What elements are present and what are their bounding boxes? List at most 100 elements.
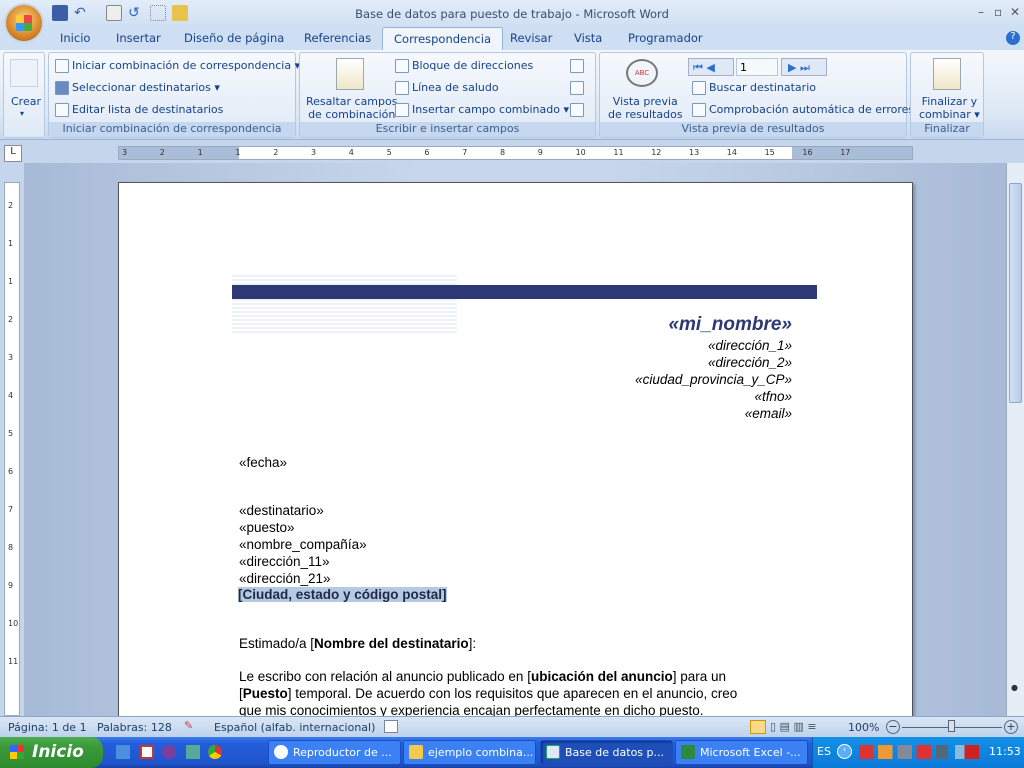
- first-record-icon[interactable]: ⏮: [693, 61, 703, 74]
- vertical-scrollbar[interactable]: ●: [1006, 163, 1024, 716]
- tab-referencias[interactable]: Referencias: [304, 31, 371, 45]
- print-preview-icon[interactable]: [106, 5, 122, 21]
- recipient-line: «dirección_11»: [239, 554, 330, 569]
- record-number-input[interactable]: 1: [736, 58, 778, 76]
- task-ejemplo[interactable]: ejemplo combina...: [403, 740, 536, 765]
- ruler-tick: 8: [8, 543, 14, 552]
- zoom-slider-thumb[interactable]: [948, 720, 955, 732]
- crear-button[interactable]: Crear: [11, 95, 41, 108]
- browse-object-icon[interactable]: ●: [1011, 683, 1018, 692]
- close-button[interactable]: ✕: [1010, 5, 1020, 19]
- bloque-direcciones-button[interactable]: Bloque de direcciones: [395, 59, 533, 73]
- vertical-ruler[interactable]: 2 1 1 2 3 4 5 6 7 8 9 10 11: [4, 182, 20, 716]
- tray-expand-icon[interactable]: ‹: [837, 744, 852, 759]
- language-indicator[interactable]: ES: [817, 745, 831, 758]
- tab-vista[interactable]: Vista: [574, 31, 602, 45]
- rules-icon[interactable]: [570, 59, 587, 73]
- ruler-tick: 6: [8, 467, 14, 476]
- insertar-campo-button[interactable]: Insertar campo combinado ▾: [395, 103, 569, 117]
- greeting-icon: [395, 81, 409, 95]
- windows-logo-icon: [10, 745, 24, 759]
- header-bar: [232, 285, 817, 299]
- greeting: Estimado/a [Nombre del destinatario]:: [239, 636, 477, 651]
- tab-selector-button[interactable]: L: [4, 145, 22, 162]
- task-excel[interactable]: Microsoft Excel -...: [675, 740, 808, 765]
- zoom-out-button[interactable]: −: [886, 720, 900, 734]
- ruler-tick: 7: [8, 505, 14, 514]
- merge-field-icon: [395, 103, 409, 117]
- restore-button[interactable]: ▫: [994, 5, 1002, 19]
- redo-icon[interactable]: ↺: [128, 5, 144, 21]
- group-label: Vista previa de resultados: [600, 122, 906, 137]
- ruler-tick: 2: [159, 148, 165, 157]
- page-count[interactable]: Página: 1 de 1: [8, 721, 87, 734]
- tray-icons[interactable]: [859, 745, 979, 759]
- table-icon[interactable]: [150, 5, 166, 21]
- prev-record-icon[interactable]: ◀: [706, 61, 714, 74]
- group-label: Escribir e insertar campos: [300, 122, 595, 137]
- comprobacion-errores-button[interactable]: Comprobación automática de errores: [692, 103, 914, 117]
- tab-revisar[interactable]: Revisar: [510, 31, 552, 45]
- zoom-level[interactable]: 100%: [848, 721, 879, 734]
- ruler-tick: 2: [273, 148, 279, 157]
- update-labels-icon[interactable]: [570, 103, 587, 117]
- undo-icon[interactable]: ↶: [74, 5, 90, 21]
- tab-correspondencia[interactable]: Correspondencia: [382, 27, 503, 52]
- editar-lista-button[interactable]: Editar lista de destinatarios: [55, 103, 223, 117]
- chrome-icon[interactable]: [208, 745, 222, 759]
- save-icon[interactable]: [52, 5, 68, 21]
- tab-insertar[interactable]: Insertar: [116, 31, 161, 45]
- last-record-icon[interactable]: ⏭: [800, 61, 810, 74]
- match-fields-icon[interactable]: [570, 81, 587, 95]
- ruler-tick: 3: [122, 148, 128, 157]
- horizontal-ruler[interactable]: 3 2 1 1 2 3 4 5 6 7 8 9 10 11 12 13 14 15 16 17: [118, 146, 913, 160]
- desktop-icon[interactable]: [186, 745, 200, 759]
- seleccionar-destinatarios-button[interactable]: Seleccionar destinatarios ▾: [55, 81, 220, 95]
- tab-diseno[interactable]: Diseño de página: [184, 31, 284, 45]
- ruler-tick: 15: [764, 148, 775, 157]
- iniciar-combinacion-button[interactable]: Iniciar combinación de correspondencia ▾: [55, 59, 300, 73]
- vista-previa-button[interactable]: Vista previa de resultados: [608, 95, 683, 121]
- ruler-tick: 5: [386, 148, 392, 157]
- linea-saludo-button[interactable]: Línea de saludo: [395, 81, 499, 95]
- minimize-button[interactable]: –: [978, 5, 984, 19]
- scrollbar-thumb[interactable]: [1009, 183, 1022, 403]
- find-recipient-icon: [692, 81, 706, 95]
- task-word[interactable]: Base de datos p...: [540, 740, 673, 765]
- proofing-icon[interactable]: ✎: [184, 719, 193, 732]
- help-icon[interactable]: ?: [1006, 31, 1020, 45]
- ruler-tick: 9: [8, 581, 14, 590]
- city-placeholder[interactable]: [Ciudad, estado y código postal]: [238, 587, 447, 602]
- next-record-icon[interactable]: ▶: [788, 61, 796, 74]
- start-button[interactable]: Inicio: [0, 737, 103, 768]
- buscar-destinatario-button[interactable]: Buscar destinatario: [692, 81, 816, 95]
- zoom-in-button[interactable]: +: [1004, 720, 1018, 734]
- body-line: que mis conocimientos y experiencia enca…: [239, 703, 704, 716]
- ruler-tick: 9: [537, 148, 543, 157]
- yahoo-icon[interactable]: [162, 745, 176, 759]
- next-last-nav[interactable]: ▶ ⏭: [781, 58, 827, 76]
- macro-icon[interactable]: [384, 720, 398, 733]
- ie-icon[interactable]: [116, 745, 130, 759]
- finalizar-combinar-button[interactable]: Finalizar y combinar ▾: [919, 95, 980, 121]
- chevron-down-icon: ▾: [20, 109, 25, 118]
- recipient-line: «nombre_compañía»: [239, 537, 367, 552]
- tab-inicio[interactable]: Inicio: [60, 31, 90, 45]
- task-reproductor[interactable]: Reproductor de ...: [268, 740, 401, 765]
- tab-programador[interactable]: Programador: [628, 31, 703, 45]
- ruler-tick: 1: [197, 148, 203, 157]
- gmail-icon[interactable]: [140, 745, 154, 759]
- office-button[interactable]: [4, 3, 44, 43]
- folder-icon[interactable]: [172, 5, 188, 21]
- body-line: [Puesto] temporal. De acuerdo con los re…: [239, 686, 738, 701]
- envelope-icon[interactable]: [10, 59, 38, 87]
- language[interactable]: Español (alfab. internacional): [214, 721, 375, 734]
- ruler-tick: 10: [575, 148, 586, 157]
- document-page[interactable]: «mi_nombre» «dirección_1» «dirección_2» …: [118, 182, 913, 716]
- word-count[interactable]: Palabras: 128: [97, 721, 172, 734]
- print-layout-icon[interactable]: [750, 720, 766, 734]
- resaltar-campos-button[interactable]: Resaltar campos de combinación: [306, 95, 397, 121]
- recipients-icon: [55, 81, 69, 95]
- first-last-nav[interactable]: ⏮ ◀: [688, 58, 734, 76]
- view-buttons[interactable]: ▯ ▤ ▥ ≡: [770, 720, 840, 733]
